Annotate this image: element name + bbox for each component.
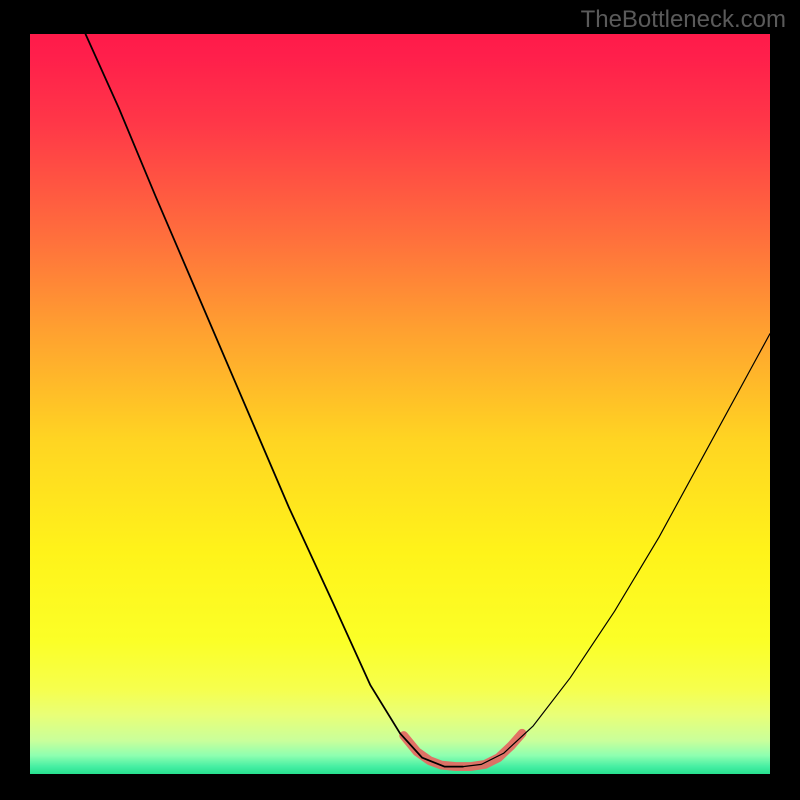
chart-stage: TheBottleneck.com bbox=[0, 0, 800, 800]
watermark-text: TheBottleneck.com bbox=[581, 6, 786, 34]
curve-right-path bbox=[463, 334, 770, 767]
curve-left-path bbox=[86, 34, 463, 767]
curve-layer bbox=[30, 34, 770, 774]
plot-area bbox=[30, 34, 770, 774]
valley-highlight-path bbox=[404, 733, 522, 766]
